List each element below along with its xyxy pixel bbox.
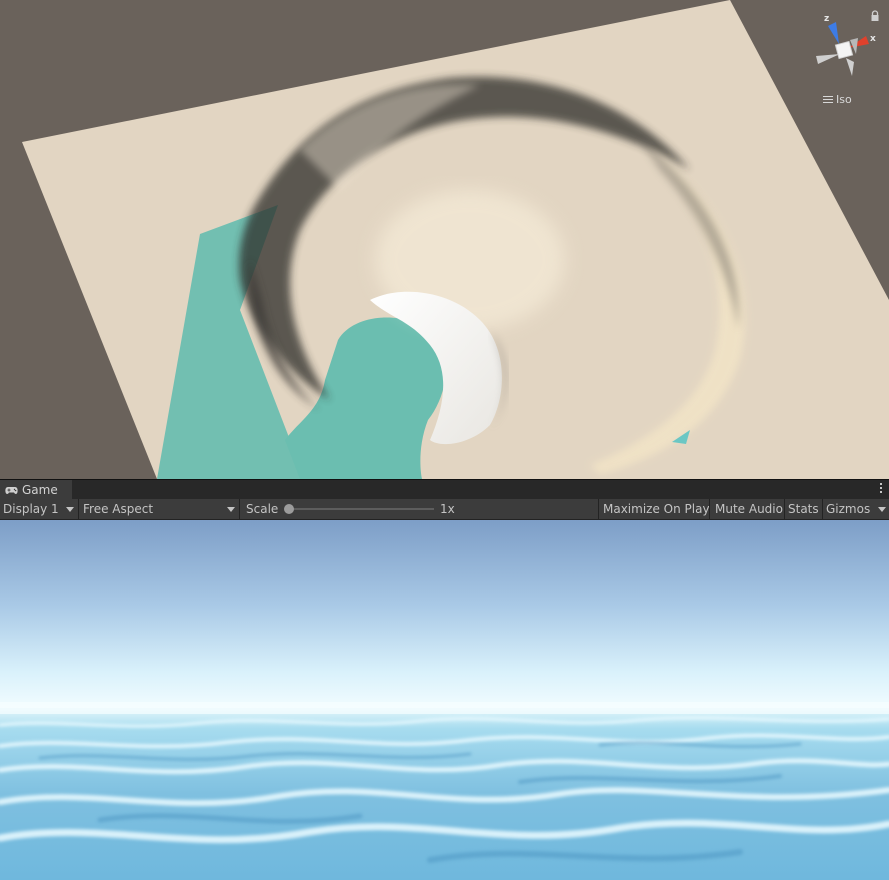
sky (0, 520, 889, 710)
game-toolbar: Display 1 Free Aspect Scale 1x Maximize … (0, 499, 889, 520)
mute-audio-toggle[interactable]: Mute Audio (710, 499, 784, 519)
stats-toggle[interactable]: Stats (785, 499, 822, 519)
gizmos-toggle[interactable]: Gizmos (823, 499, 875, 519)
display-select-value: Display 1 (3, 502, 59, 516)
ocean-render (0, 520, 889, 880)
axis-z-cone[interactable] (828, 22, 839, 44)
horizon-haze (0, 702, 889, 714)
gamepad-icon (5, 486, 18, 494)
gizmo-center-cube[interactable] (834, 40, 854, 60)
scale-value: 1x (440, 502, 455, 516)
aspect-select[interactable]: Free Aspect (79, 499, 239, 519)
scale-label: Scale (246, 502, 279, 516)
axis-x-label: x (870, 34, 876, 44)
game-tab-bar: Game (0, 479, 889, 500)
chevron-down-icon (227, 507, 235, 512)
scene-terrain-render (22, 0, 889, 479)
hamburger-icon (823, 95, 833, 104)
game-view[interactable] (0, 520, 889, 880)
projection-toggle[interactable]: Iso (823, 93, 852, 106)
chevron-down-icon (66, 507, 74, 512)
orientation-gizmo[interactable]: z x (812, 10, 878, 82)
tab-game[interactable]: Game (0, 480, 72, 500)
scale-slider-track[interactable] (288, 508, 434, 510)
axis-neg-y-cone[interactable] (846, 58, 854, 76)
axis-neg-x-cone[interactable] (816, 54, 840, 64)
scale-slider-thumb[interactable] (284, 504, 294, 514)
scene-view[interactable]: z x Iso (0, 0, 889, 479)
tab-game-label: Game (22, 483, 58, 497)
projection-label: Iso (836, 93, 852, 106)
display-select[interactable]: Display 1 (0, 499, 78, 519)
lock-icon[interactable] (870, 10, 880, 22)
gizmos-dropdown[interactable] (875, 499, 889, 519)
more-options-icon[interactable] (879, 483, 883, 496)
aspect-select-value: Free Aspect (83, 502, 154, 516)
maximize-on-play-toggle[interactable]: Maximize On Play (599, 499, 710, 519)
chevron-down-icon (878, 506, 886, 512)
axis-z-label: z (824, 14, 829, 24)
